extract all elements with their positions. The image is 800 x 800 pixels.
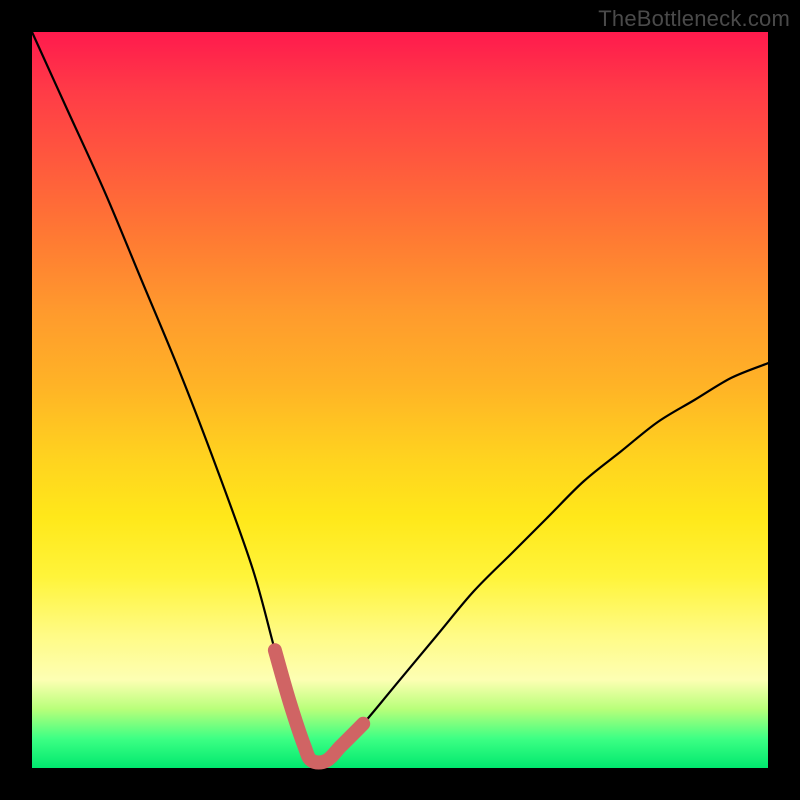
curve-overlay — [32, 32, 768, 768]
chart-frame: TheBottleneck.com — [0, 0, 800, 800]
bottleneck-curve — [32, 32, 768, 762]
watermark-text: TheBottleneck.com — [598, 6, 790, 32]
plot-area — [32, 32, 768, 768]
valley-highlight — [275, 650, 363, 762]
